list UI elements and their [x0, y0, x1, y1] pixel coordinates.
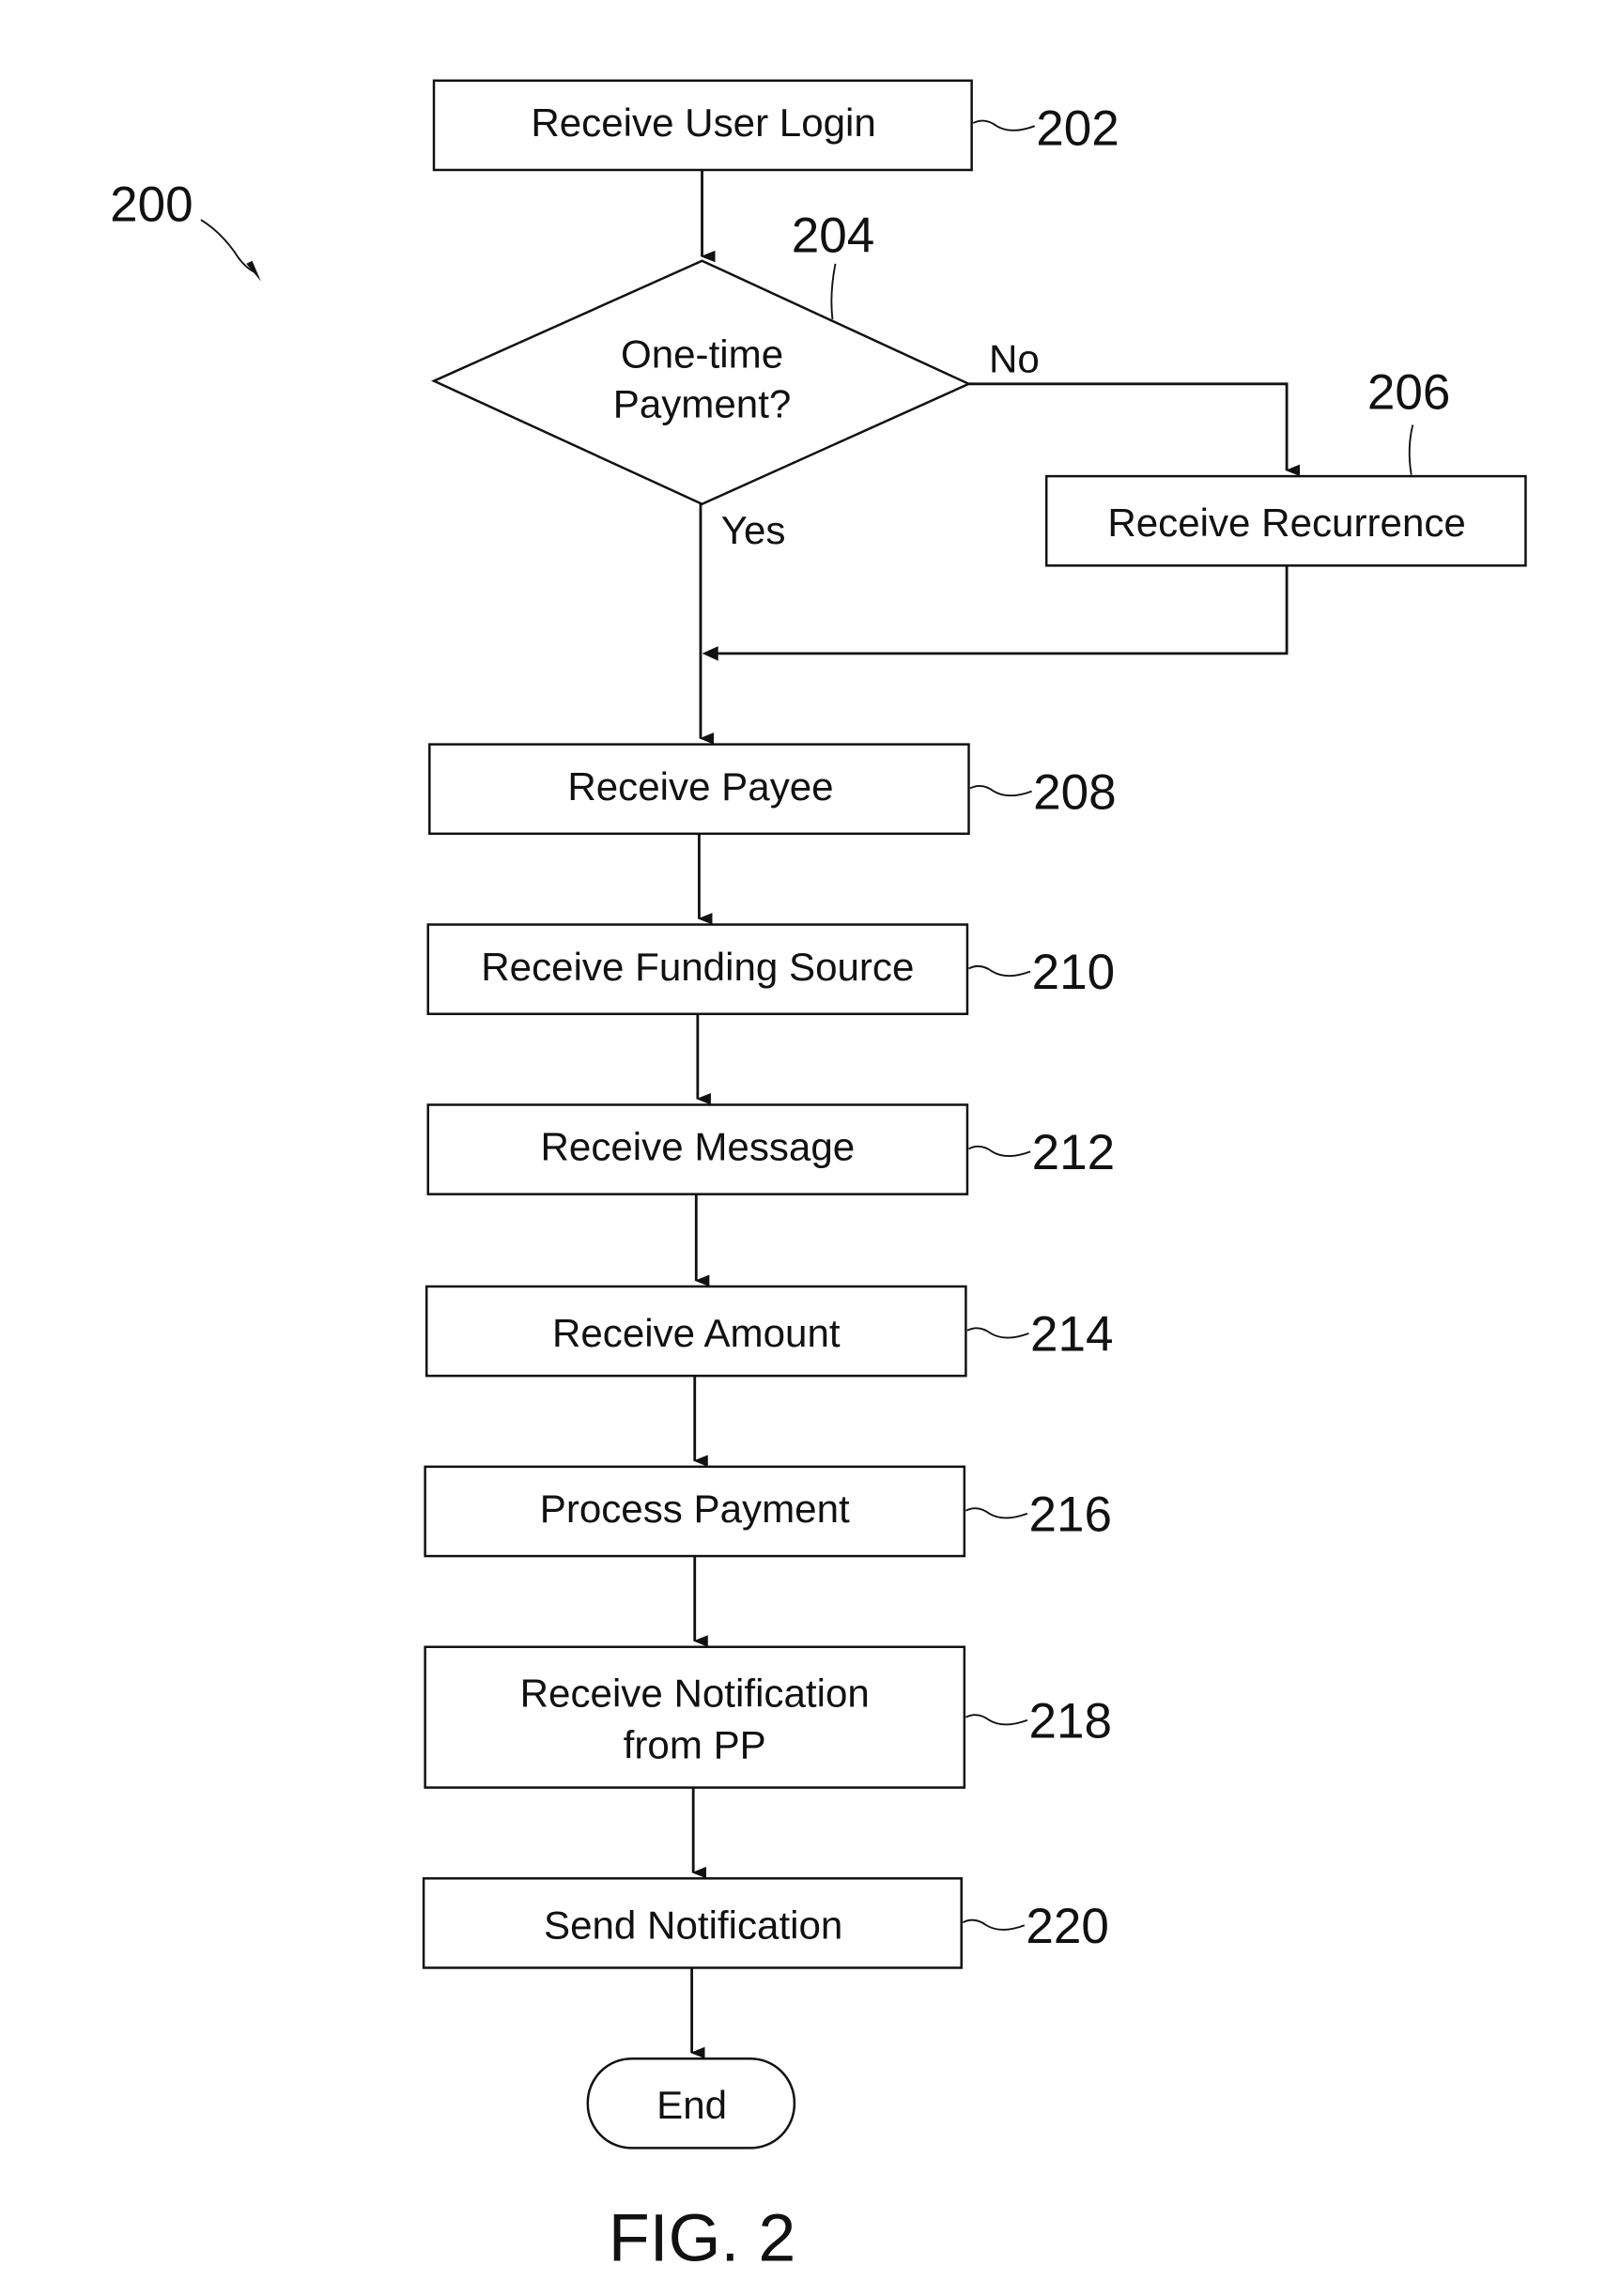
ref-leader-206 [1408, 424, 1414, 475]
step-receive-recurrence: Receive Recurrence [1044, 474, 1527, 567]
step-receive-payee: Receive Payee [428, 743, 970, 836]
ref-leader-208 [969, 785, 1032, 797]
step-receive-message: Receive Message [426, 1103, 969, 1195]
ref-216: 216 [1028, 1487, 1112, 1543]
ref-leader-218 [965, 1714, 1028, 1726]
step-receive-user-login: Receive User Login [432, 79, 973, 172]
svg-text:Receive Message: Receive Message [541, 1125, 856, 1169]
ref-leader-216 [965, 1507, 1028, 1519]
figure-pointer-arrowhead [246, 260, 261, 282]
arrow-206-merge [712, 565, 1289, 655]
ref-leader-202 [972, 119, 1036, 131]
ref-leader-220 [962, 1918, 1026, 1931]
step-receive-notification: Receive Notification from PP [424, 1645, 966, 1789]
ref-212: 212 [1032, 1125, 1116, 1180]
merge-arrowhead [702, 646, 718, 661]
ref-202: 202 [1036, 100, 1119, 156]
svg-text:from PP: from PP [624, 1722, 766, 1766]
svg-text:Receive Notification: Receive Notification [520, 1672, 870, 1716]
arrow-no-206 [968, 382, 1301, 477]
svg-text:End: End [656, 2083, 727, 2127]
ref-214: 214 [1030, 1307, 1114, 1363]
ref-leader-212 [968, 1145, 1031, 1158]
figure-number: 200 [110, 177, 193, 233]
yes-label: Yes [721, 508, 786, 552]
svg-text:Receive Amount: Receive Amount [552, 1311, 841, 1355]
ref-leader-210 [968, 964, 1031, 978]
ref-220: 220 [1026, 1899, 1109, 1954]
svg-text:Receive Funding Source: Receive Funding Source [481, 945, 914, 989]
ref-leader-214 [966, 1327, 1029, 1339]
ref-218: 218 [1028, 1694, 1112, 1749]
ref-204: 204 [792, 208, 875, 263]
step-process-payment: Process Payment [424, 1465, 966, 1558]
ref-leader-204 [830, 263, 837, 320]
ref-208: 208 [1033, 764, 1117, 820]
svg-text:Process Payment: Process Payment [540, 1487, 850, 1531]
svg-text:Payment?: Payment? [613, 382, 792, 426]
step-receive-funding-source: Receive Funding Source [426, 923, 969, 1015]
figure-pointer [200, 219, 256, 274]
step-receive-amount: Receive Amount [425, 1285, 967, 1378]
no-label: No [989, 336, 1040, 380]
flowchart: 200 Receive User Login 202 One-time Paym… [110, 79, 1527, 2276]
ref-206: 206 [1367, 364, 1451, 420]
step-send-notification: Send Notification [422, 1877, 963, 1969]
svg-text:Receive Recurrence: Receive Recurrence [1107, 501, 1466, 545]
svg-text:Receive Payee: Receive Payee [567, 764, 833, 809]
svg-text:Receive User Login: Receive User Login [531, 100, 875, 145]
terminal-end: End [586, 2057, 796, 2150]
svg-text:Send Notification: Send Notification [544, 1903, 842, 1947]
ref-210: 210 [1032, 945, 1116, 1000]
svg-text:One-time: One-time [621, 332, 783, 377]
figure-caption: FIG. 2 [609, 2201, 795, 2276]
decision-one-time-payment: One-time Payment? [430, 259, 972, 506]
